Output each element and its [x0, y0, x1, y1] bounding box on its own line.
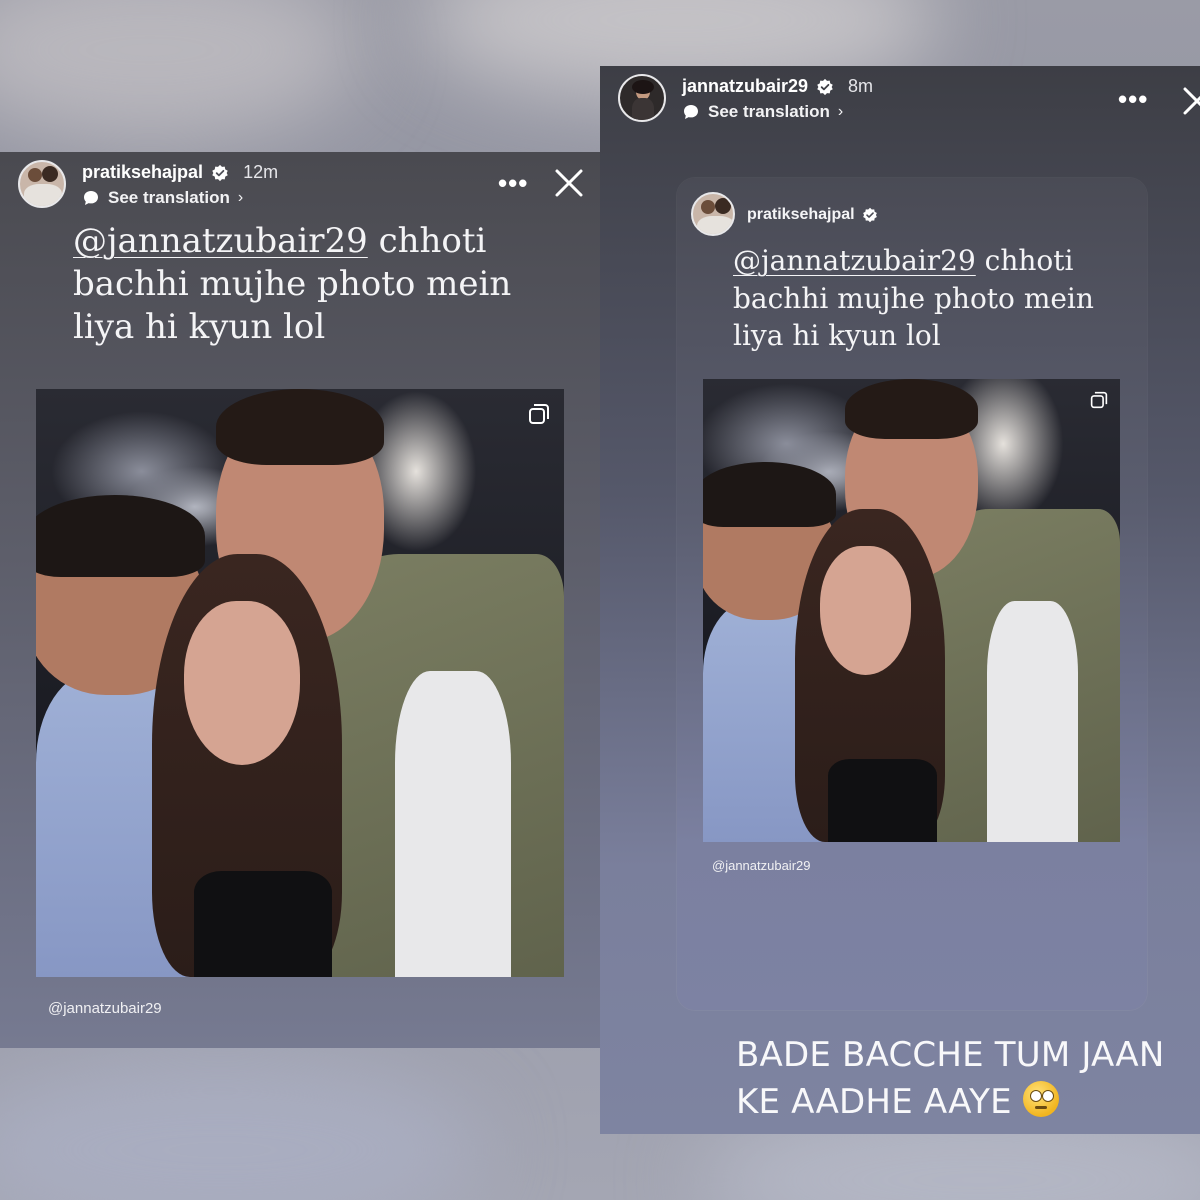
- card-username: pratiksehajpal: [747, 206, 855, 223]
- chevron-right-icon: ›: [837, 103, 844, 120]
- translate-icon: [684, 105, 698, 119]
- story-pratiksehajpal: pratiksehajpal 12m See translation › •••…: [0, 152, 600, 1048]
- multiple-photos-icon: [1090, 391, 1108, 409]
- story-header: jannatzubair29 8m See translation › •••: [618, 74, 1200, 134]
- story-header: pratiksehajpal 12m See translation › •••: [18, 160, 600, 220]
- photo-credit[interactable]: @jannatzubair29: [48, 1000, 162, 1017]
- caption-line-3: liya hi kyun lol: [73, 306, 326, 347]
- reshared-story-card[interactable]: pratiksehajpal @jannatzubair29 chhoti ba…: [677, 178, 1147, 1010]
- close-icon[interactable]: [1180, 84, 1200, 118]
- verified-badge-icon: [862, 207, 877, 223]
- card-avatar: [691, 192, 735, 236]
- avatar[interactable]: [618, 74, 666, 122]
- multiple-photos-icon: [529, 404, 549, 424]
- card-caption-line-3: liya hi kyun lol: [733, 319, 941, 353]
- verified-badge-icon: [212, 164, 228, 181]
- story-caption: @jannatzubair29 chhoti bachhi mujhe phot…: [73, 220, 511, 348]
- overlay-line-1: BADE BACCHE TUM JAAN: [736, 1035, 1165, 1075]
- see-translation-label: See translation: [108, 188, 230, 207]
- avatar[interactable]: [18, 160, 66, 208]
- rolling-eyes-emoji-icon: [1022, 1080, 1059, 1117]
- caption-mention[interactable]: @jannatzubair29: [73, 221, 368, 261]
- verified-badge-icon: [817, 78, 833, 95]
- close-icon[interactable]: [552, 166, 586, 200]
- caption-line-1: chhoti: [367, 221, 487, 261]
- card-photo-credit: @jannatzubair29: [712, 858, 811, 873]
- caption-line-2: bachhi mujhe photo mein: [73, 263, 512, 304]
- see-translation-link[interactable]: See translation ›: [682, 102, 843, 122]
- more-options-button[interactable]: •••: [498, 168, 528, 199]
- more-options-button[interactable]: •••: [1118, 84, 1148, 115]
- card-username-row: pratiksehajpal: [747, 206, 878, 224]
- card-caption-line-2: bachhi mujhe photo mein: [733, 281, 1094, 315]
- card-caption-line-1: chhoti: [975, 244, 1074, 277]
- username-row: jannatzubair29 8m: [682, 76, 873, 97]
- username-row: pratiksehajpal 12m: [82, 162, 278, 183]
- translate-icon: [84, 191, 98, 205]
- post-time: 12m: [243, 162, 279, 182]
- chevron-right-icon: ›: [237, 189, 244, 206]
- card-photo: [703, 379, 1120, 842]
- story-text-overlay: BADE BACCHE TUM JAAN KE AADHE AAYE: [736, 1032, 1165, 1126]
- see-translation-link[interactable]: See translation ›: [82, 188, 243, 208]
- username[interactable]: pratiksehajpal: [82, 162, 203, 183]
- see-translation-label: See translation: [708, 102, 830, 121]
- card-caption-mention: @jannatzubair29: [733, 244, 976, 277]
- username[interactable]: jannatzubair29: [682, 76, 808, 97]
- shared-photo[interactable]: [36, 389, 564, 977]
- overlay-line-2: KE AADHE AAYE: [736, 1081, 1012, 1122]
- post-time: 8m: [848, 76, 874, 96]
- card-caption: @jannatzubair29 chhoti bachhi mujhe phot…: [733, 242, 1094, 355]
- story-jannatzubair29: jannatzubair29 8m See translation › ••• …: [600, 66, 1200, 1134]
